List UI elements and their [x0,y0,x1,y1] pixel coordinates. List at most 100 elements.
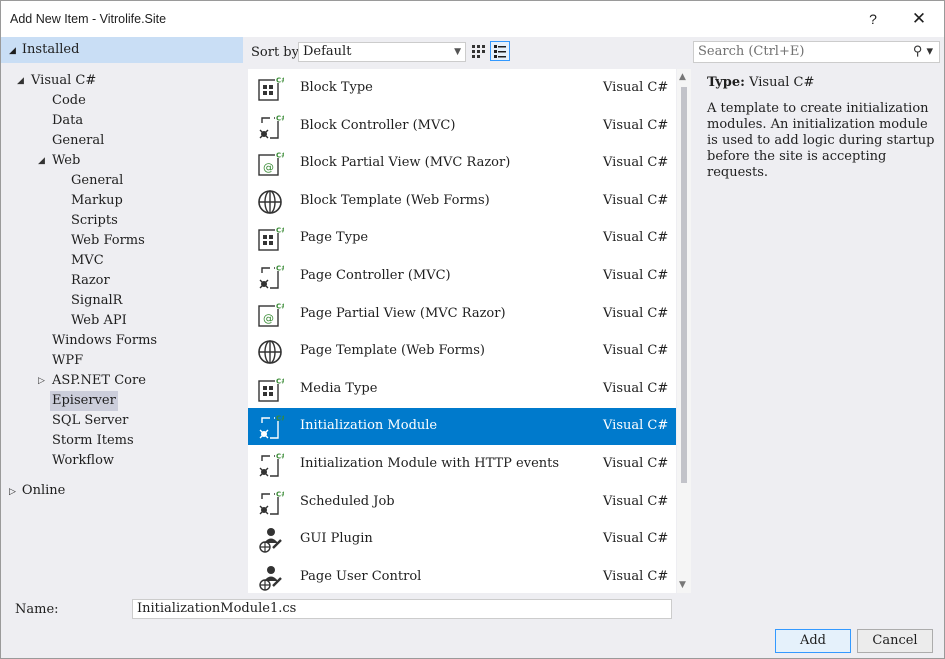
cancel-button[interactable]: Cancel [857,629,933,653]
svg-text:C#: C# [276,114,284,122]
tree-item[interactable]: Web [50,151,82,171]
template-name: Initialization Module [300,418,438,434]
expanded-arrow-icon[interactable]: ◢ [17,76,24,86]
type-label: Type: [707,75,745,90]
scroll-up-icon[interactable]: ▲ [679,72,686,82]
scroll-down-icon[interactable]: ▼ [679,580,686,590]
template-list-scrollbar[interactable]: ▲ ▼ [677,69,691,593]
tree-item[interactable]: WPF [50,351,85,371]
template-list: C# Block Type Visual C# C# Block Controller … [248,69,676,593]
tree-item[interactable]: ASP.NET Core [50,371,148,391]
template-list-item[interactable]: @C# Block Partial View (MVC Razor) Visual … [248,145,676,182]
tree-item[interactable]: Code [50,91,88,111]
tree-item[interactable]: Storm Items [50,431,136,451]
search-installed-templates-input[interactable]: Search (Ctrl+E) ⚲ ▾ [693,41,940,63]
type-line: Type: Visual C# [707,75,935,91]
tree-item[interactable]: Windows Forms [50,331,159,351]
template-list-item[interactable]: Page Template (Web Forms) Visual C# [248,333,676,370]
tree-item[interactable]: Web API [69,311,129,331]
type-icon: C# [256,225,287,253]
controller-icon: C# [256,413,287,441]
template-list-item[interactable]: C# Initialization Module with HTTP events… [248,446,676,483]
sort-by-label: Sort by: [251,45,304,60]
template-details-pane: Type: Visual C# A template to create ini… [707,75,935,181]
template-language: Visual C# [603,80,669,95]
tree-item[interactable]: Razor [69,271,112,291]
sort-dropdown[interactable]: Default ▼ [298,42,466,62]
template-list-item[interactable]: Block Template (Web Forms) Visual C# [248,183,676,220]
sort-toolbar: Sort by: Default ▼ [243,37,683,67]
expanded-arrow-icon[interactable]: ◢ [38,156,45,166]
search-icon[interactable]: ⚲ ▾ [913,42,933,62]
template-list-item[interactable]: C# Block Controller (MVC) Visual C# [248,108,676,145]
tree-item[interactable]: SignalR [69,291,124,311]
template-description: A template to create initialization modu… [707,101,935,180]
controller-icon: C# [256,263,287,291]
name-value: InitializationModule1.cs [137,601,297,616]
list-view-icon [494,45,506,58]
template-language: Visual C# [603,230,669,246]
template-category-pane: ◢ Installed ◢ Visual C# Code Data General ◢ Web… [1,37,243,594]
collapsed-arrow-icon[interactable]: ▷ [38,376,45,386]
tree-item[interactable]: Scripts [69,211,120,231]
tree-item[interactable]: Markup [69,191,125,211]
template-name: GUI Plugin [300,531,373,547]
razor-view-icon: @C# [256,150,287,178]
list-view-button[interactable] [490,41,510,61]
template-name: Block Partial View (MVC Razor) [300,155,511,171]
template-language: Visual C# [603,531,669,547]
tree-item[interactable]: Episerver [50,391,118,411]
installed-node[interactable]: ◢ Installed [1,37,243,63]
template-list-item[interactable]: C# Block Type Visual C# [248,70,676,107]
template-list-item[interactable]: @C# Page Partial View (MVC Razor) Visual C… [248,296,676,333]
template-list-item[interactable]: GUI Plugin Visual C# [248,521,676,558]
template-list-item[interactable]: C# Scheduled Job Visual C# [248,484,676,521]
tree-item[interactable]: General [69,171,125,191]
template-name: Block Type [300,80,373,95]
tree-item[interactable]: Workflow [50,451,116,471]
template-name: Scheduled Job [300,493,395,509]
template-name: Page Partial View (MVC Razor) [300,305,506,321]
title-bar: Add New Item - Vitrolife.Site ? ✕ [1,1,944,37]
template-language: Visual C# [603,305,669,321]
template-language: Visual C# [603,268,669,283]
grid-view-icon [472,45,485,58]
online-label: Online [21,483,66,498]
add-button[interactable]: Add [775,629,851,653]
controller-icon: C# [256,489,287,517]
svg-text:C#: C# [276,453,284,461]
help-button[interactable]: ? [853,5,893,33]
template-language: Visual C# [603,155,669,171]
type-icon: C# [256,376,287,404]
razor-view-icon: @C# [256,301,287,329]
template-list-item[interactable]: C# Page Controller (MVC) Visual C# [248,258,676,295]
template-list-item[interactable]: C# Initialization Module Visual C# [248,408,676,446]
template-list-item[interactable]: C# Media Type Visual C# [248,371,676,408]
close-button[interactable]: ✕ [899,5,939,33]
online-node[interactable]: ▷ Online [9,481,65,501]
sort-value: Default [303,44,352,59]
user-control-icon [256,526,284,554]
svg-text:C#: C# [276,265,284,273]
svg-text:C#: C# [276,377,284,385]
template-language: Visual C# [603,456,669,471]
add-new-item-dialog: Add New Item - Vitrolife.Site ? ✕ ◢ Insta… [0,0,945,659]
scroll-thumb[interactable] [681,87,687,483]
tree-item[interactable]: Data [50,111,85,131]
tree-item[interactable]: Visual C# [29,71,98,91]
tree-item[interactable]: MVC [69,251,106,271]
svg-text:C#: C# [276,490,284,498]
tree-item[interactable]: General [50,131,106,151]
tree-item[interactable]: Web Forms [69,231,147,251]
controller-icon: C# [256,113,287,141]
template-list-item[interactable]: Page User Control Visual C# [248,559,676,596]
template-language: Visual C# [603,343,669,359]
template-language: Visual C# [603,493,669,509]
grid-view-button[interactable] [468,41,488,61]
template-name: Page Template (Web Forms) [300,343,485,359]
template-name: Page Type [300,230,369,246]
template-list-item[interactable]: C# Page Type Visual C# [248,220,676,257]
name-field[interactable]: InitializationModule1.cs [132,599,672,619]
tree-item[interactable]: SQL Server [50,411,130,431]
type-value: Visual C# [749,75,815,90]
